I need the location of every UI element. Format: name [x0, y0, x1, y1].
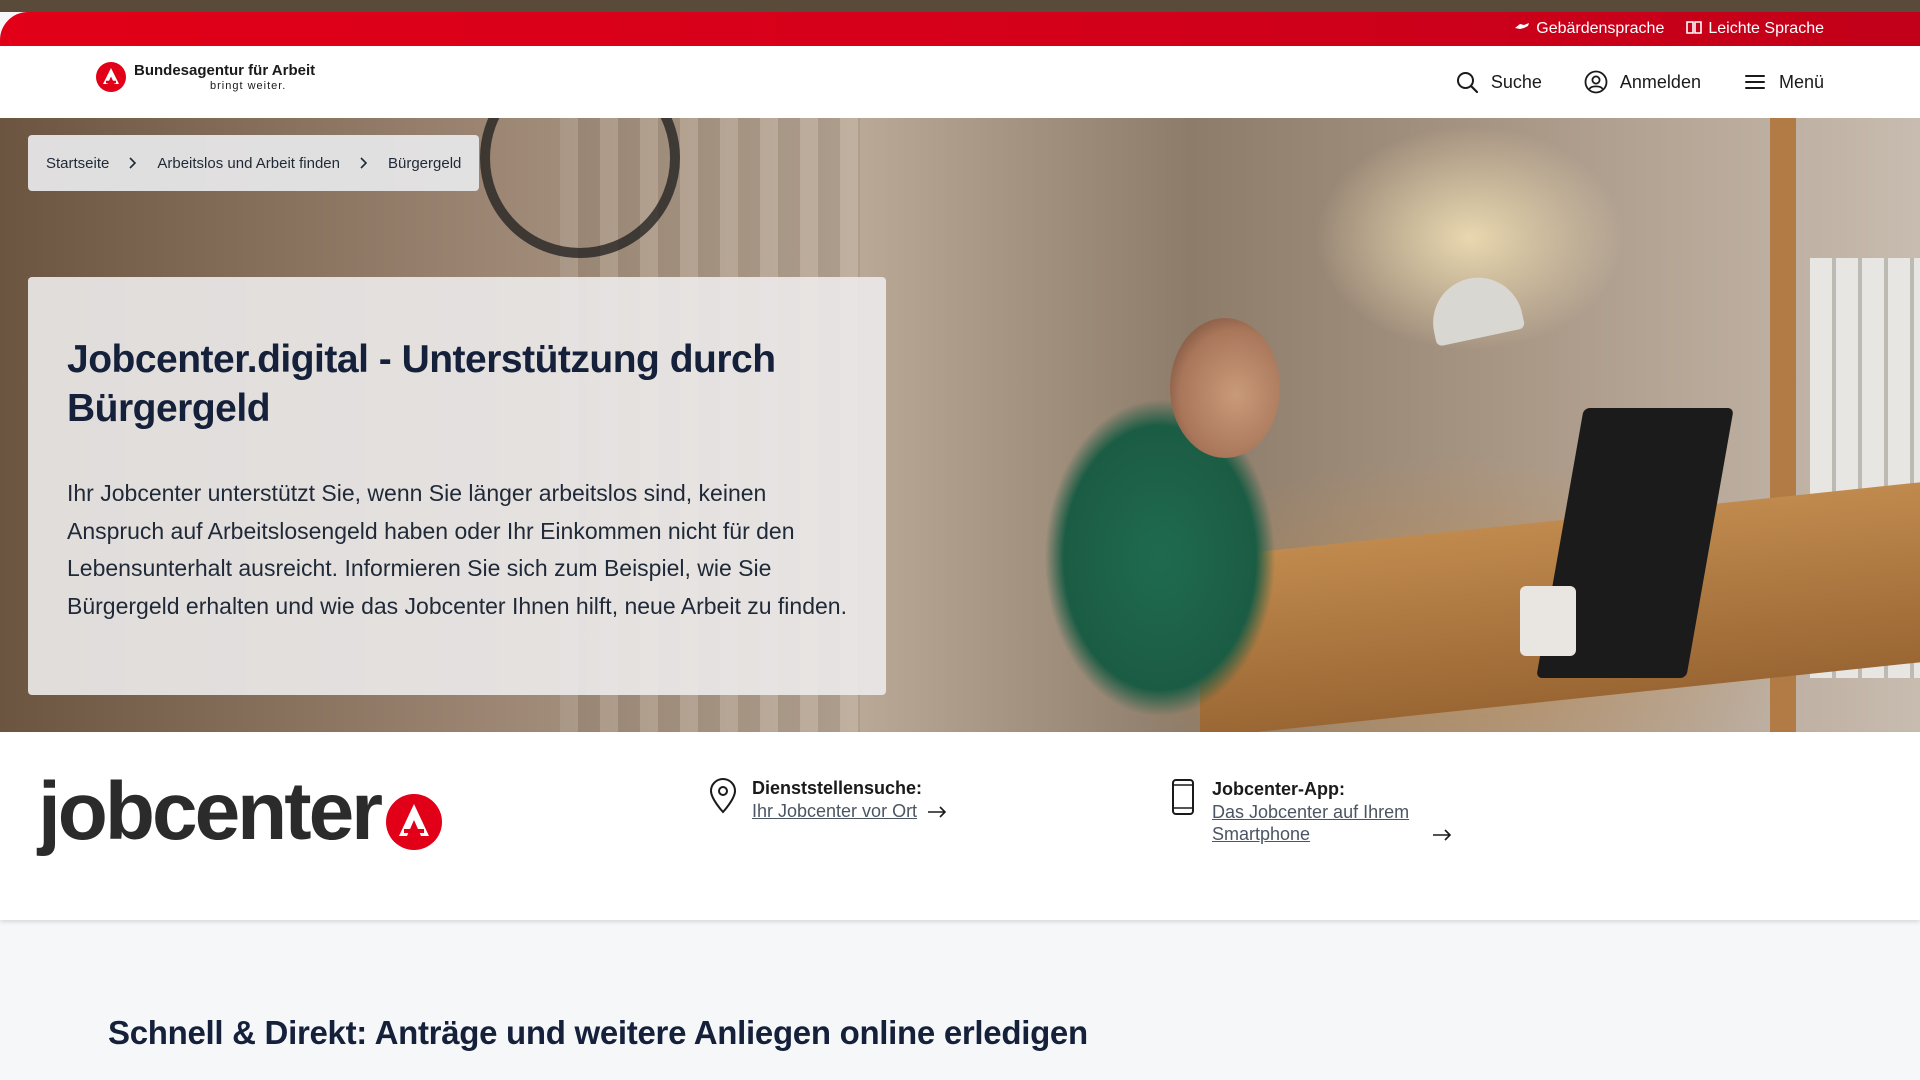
- header-nav: Suche Anmelden Menü: [1455, 46, 1824, 118]
- hero-intro-text: Ihr Jobcenter unterstützt Sie, wenn Sie …: [67, 480, 847, 619]
- search-button[interactable]: Suche: [1455, 70, 1542, 94]
- section-heading: Schnell & Direkt: Anträge und weitere An…: [108, 1014, 1088, 1051]
- easy-language-link[interactable]: Leichte Sprache: [1686, 19, 1824, 40]
- breadcrumb: Startseite Arbeitslos und Arbeit finden …: [28, 135, 480, 191]
- search-label: Suche: [1490, 71, 1542, 92]
- menu-button[interactable]: Menü: [1743, 70, 1824, 94]
- easy-language-label: Leichte Sprache: [1708, 20, 1824, 37]
- jobcenter-logo-text: jobcenter: [38, 766, 383, 857]
- chevron-right-icon: [129, 157, 137, 169]
- hero-image-mug: [1520, 586, 1576, 656]
- office-search-service: Dienststellensuche: Ihr Jobcenter vor Or…: [708, 776, 947, 822]
- login-button[interactable]: Anmelden: [1584, 70, 1701, 94]
- smartphone-icon: [1172, 779, 1194, 815]
- ba-logo[interactable]: Bundesagentur für Arbeit bringt weiter.: [96, 62, 315, 92]
- main-header: Bundesagentur für Arbeit bringt weiter. …: [0, 46, 1920, 118]
- arrow-right-icon[interactable]: [1432, 829, 1452, 841]
- top-photo-strip: [0, 0, 1920, 12]
- jobcenter-app-link[interactable]: Das Jobcenter auf Ihrem Smartphone: [1212, 801, 1422, 845]
- office-search-link[interactable]: Ihr Jobcenter vor Ort: [752, 800, 917, 822]
- jobcenter-logo-icon: [386, 794, 443, 850]
- user-icon: [1584, 70, 1608, 94]
- office-search-title: Dienststellensuche:: [752, 778, 923, 798]
- book-icon: [1686, 19, 1703, 40]
- sign-language-icon: [1514, 19, 1530, 40]
- jobcenter-app-title: Jobcenter-App:: [1212, 779, 1346, 799]
- hero-card: Jobcenter.digital - Unterstützung durch …: [28, 277, 886, 695]
- chevron-right-icon: [360, 157, 368, 169]
- location-pin-icon: [709, 778, 737, 814]
- jobcenter-strip: jobcenter Dienststellensuche: Ihr Jobcen…: [0, 732, 1920, 920]
- jobcenter-app-service: Jobcenter-App: Das Jobcenter auf Ihrem S…: [1168, 777, 1452, 845]
- breadcrumb-item-home[interactable]: Startseite: [46, 155, 109, 172]
- sign-language-link[interactable]: Gebärdensprache: [1514, 19, 1664, 40]
- search-icon: [1456, 72, 1478, 94]
- arrow-right-icon[interactable]: [927, 806, 947, 818]
- hero-image-lamp: [1424, 269, 1526, 347]
- ba-logo-icon: [96, 62, 126, 92]
- login-label: Anmelden: [1619, 71, 1701, 92]
- breadcrumb-item-unemployed[interactable]: Arbeitslos und Arbeit finden: [157, 155, 340, 172]
- hero-section: Startseite Arbeitslos und Arbeit finden …: [0, 118, 1920, 732]
- menu-label: Menü: [1778, 71, 1824, 92]
- logo-claim: bringt weiter.: [210, 80, 287, 92]
- utility-links: Gebärdensprache Leichte Sprache: [1514, 12, 1824, 46]
- breadcrumb-item-current: Bürgergeld: [388, 154, 462, 172]
- utility-bar: Gebärdensprache Leichte Sprache: [0, 12, 1920, 46]
- jobcenter-logo[interactable]: jobcenter: [38, 766, 443, 857]
- hamburger-icon: [1744, 75, 1765, 89]
- hero-image-person: [1000, 298, 1330, 732]
- sign-language-label: Gebärdensprache: [1536, 20, 1665, 37]
- logo-title: Bundesagentur für Arbeit: [134, 62, 316, 79]
- page-title: Jobcenter.digital - Unterstützung durch …: [67, 338, 776, 430]
- hero-image-head: [1170, 318, 1280, 458]
